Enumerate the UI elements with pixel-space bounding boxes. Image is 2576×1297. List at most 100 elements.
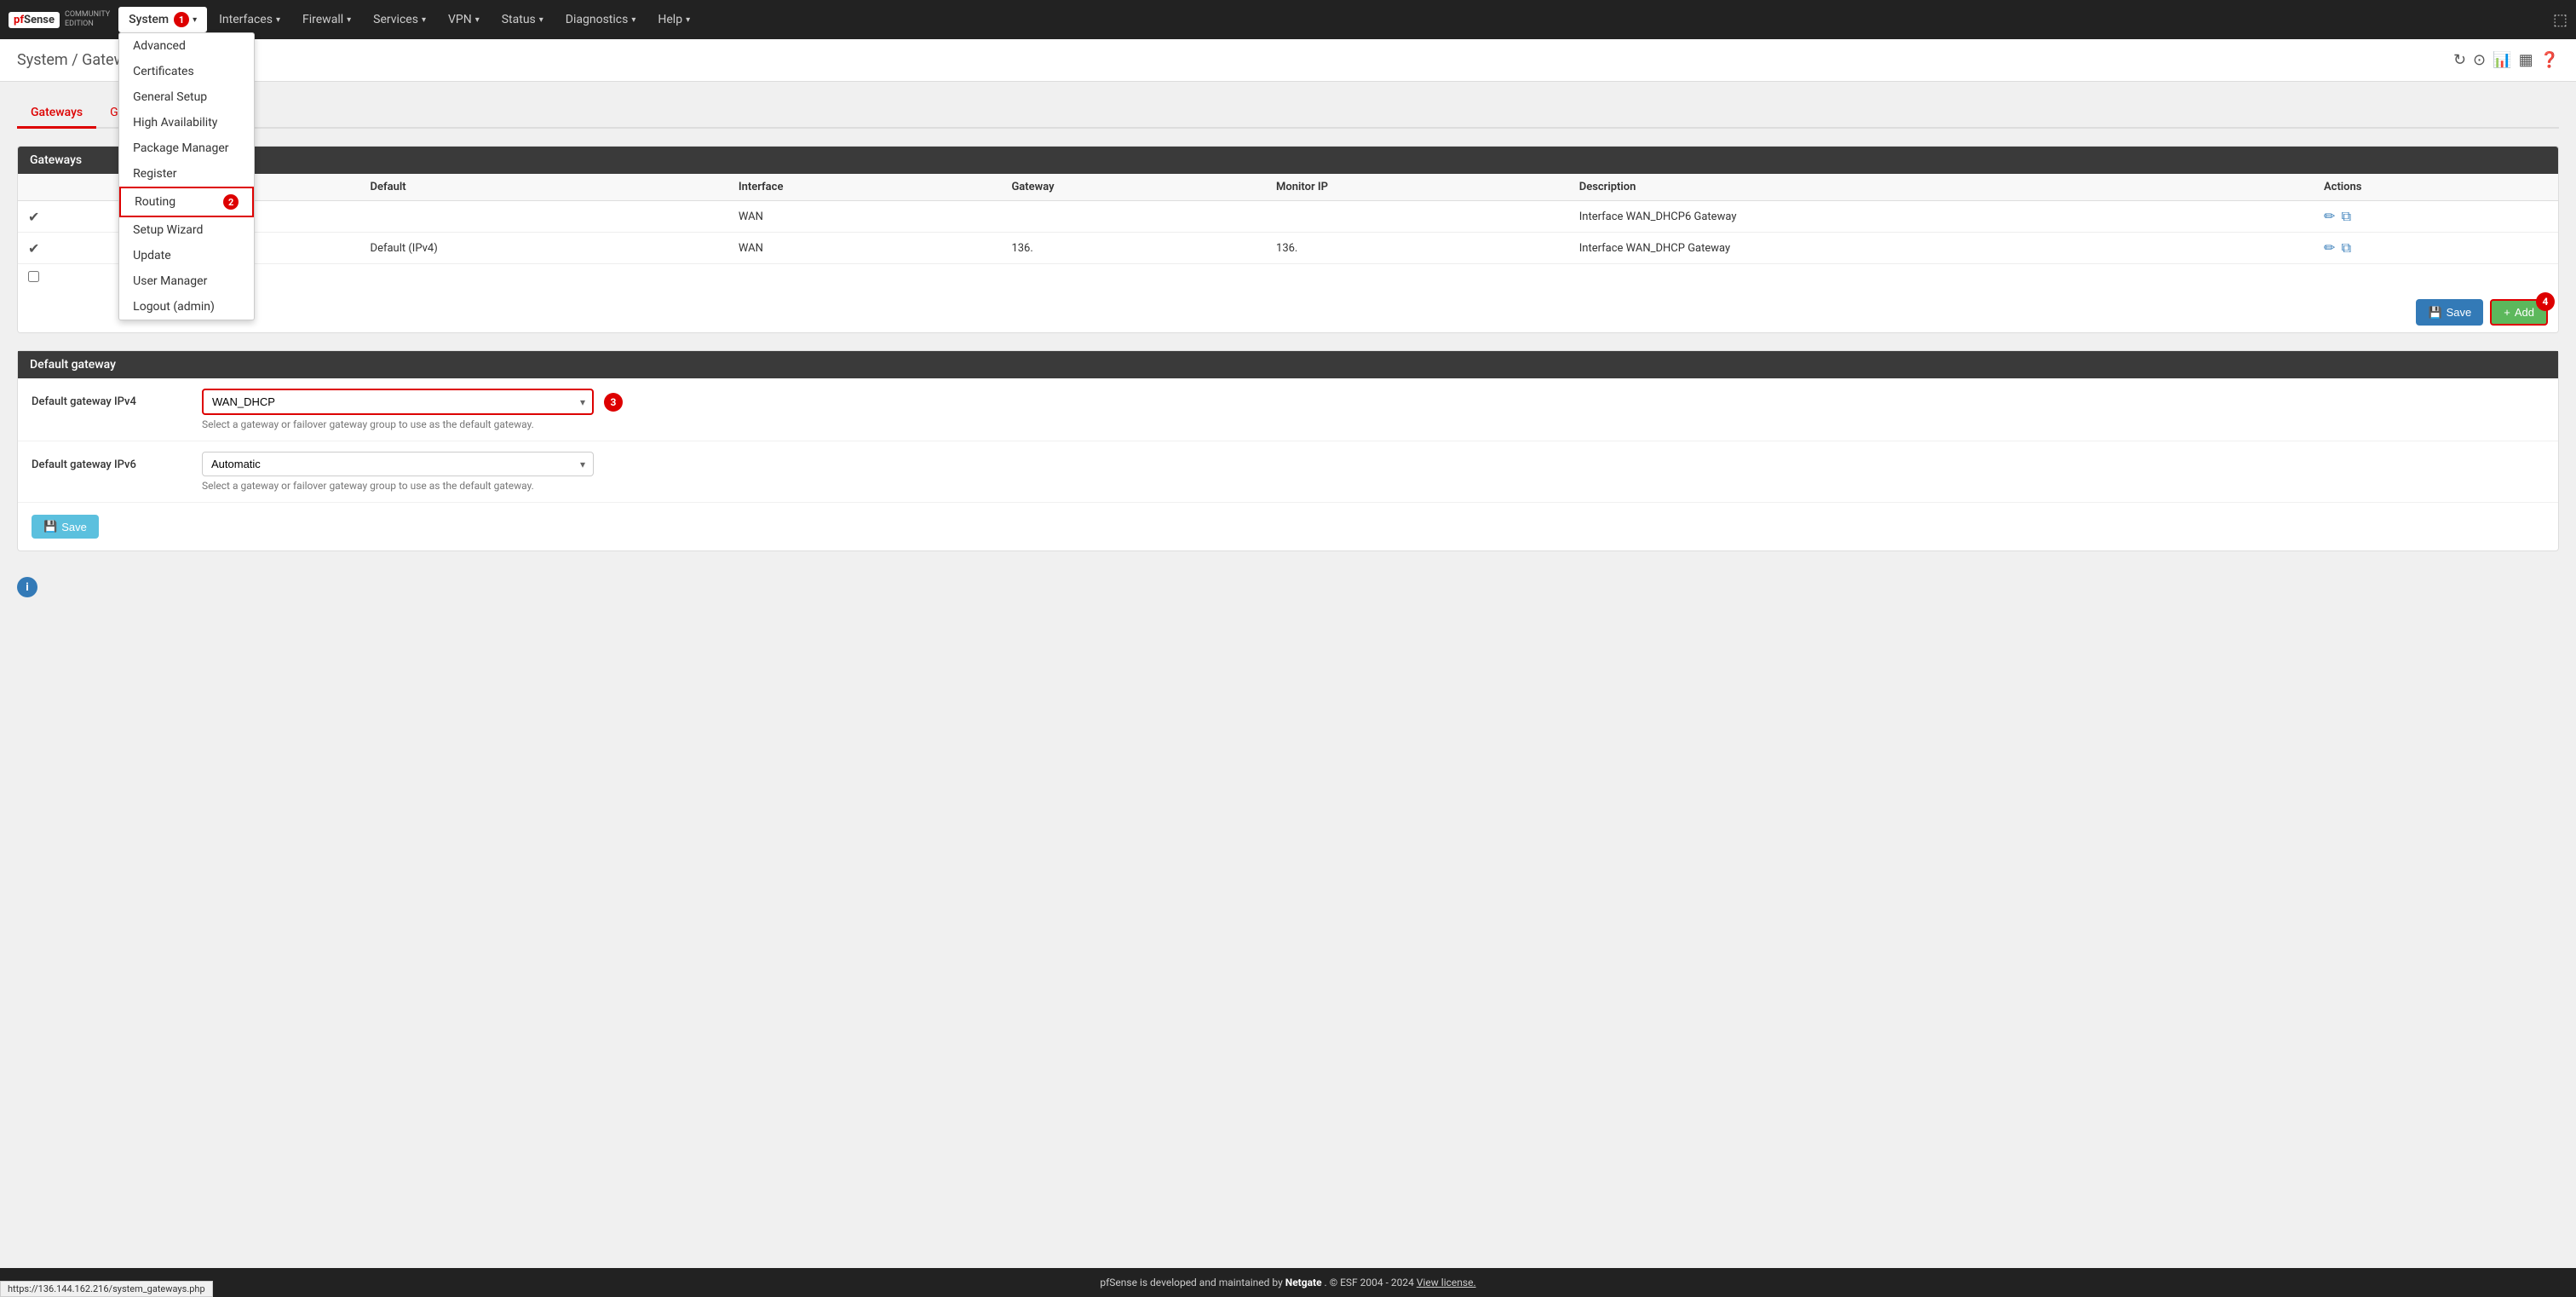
footer-text: pfSense is developed and maintained by [1100,1277,1282,1288]
row1-interface: WAN [728,201,1002,233]
row2-edit-icon[interactable]: ✏ [2324,239,2335,256]
form-save-label: Save [61,521,87,533]
dropdown-item-advanced[interactable]: Advanced [119,33,254,59]
ipv6-help-text: Select a gateway or failover gateway gro… [202,480,2544,492]
row2-interface: WAN [728,233,1002,264]
nav-menu: System 1 ▾ Advanced Certificates General… [118,7,2553,32]
tab-gateways[interactable]: Gateways [17,99,96,129]
vpn-caret: ▾ [475,15,480,25]
dropdown-item-setup-wizard[interactable]: Setup Wizard [119,217,254,243]
system-label: System [129,13,169,26]
system-caret: ▾ [193,15,197,25]
dropdown-item-general-setup[interactable]: General Setup [119,84,254,110]
nav-link-firewall[interactable]: Firewall ▾ [292,8,361,32]
nav-item-services[interactable]: Services ▾ [363,8,436,32]
default-gateway-header: Default gateway [18,351,2558,378]
vpn-label: VPN [448,13,472,26]
col-gateway: Gateway [1001,174,1266,201]
refresh-icon[interactable]: ↻ [2453,51,2466,69]
gateways-card-header: Gateways [18,147,2558,174]
footer-license-link[interactable]: View license. [1417,1277,1476,1288]
ipv4-help-text: Select a gateway or failover gateway gro… [202,418,2544,430]
ipv4-annotation-badge: 3 [604,393,623,412]
nav-link-system[interactable]: System 1 ▾ [118,7,207,32]
breadcrumb-separator: / [72,51,82,69]
help-label: Help [658,13,682,26]
nav-item-system[interactable]: System 1 ▾ Advanced Certificates General… [118,7,207,32]
dropdown-item-routing[interactable]: Routing 2 [119,187,254,217]
nav-item-help[interactable]: Help ▾ [647,8,700,32]
add-plus-icon: + [2504,306,2510,319]
system-dropdown: Advanced Certificates General Setup High… [118,32,255,320]
navbar-right: ⬚ [2553,11,2567,29]
table-icon[interactable]: ▦ [2519,51,2533,69]
logout-icon[interactable]: ⬚ [2553,11,2567,29]
save-icon: 💾 [2428,306,2441,320]
tabs: Gateways Gateway Groups [17,99,2559,129]
main-content: Gateways Gateway Groups Gateways Name De… [0,82,2576,614]
row1-edit-icon[interactable]: ✏ [2324,208,2335,224]
nav-link-vpn[interactable]: VPN ▾ [438,8,490,32]
default-gateway-section: Default gateway Default gateway IPv4 WAN… [17,350,2559,551]
ipv6-control-wrap: Automatic WAN_DHCP6 None ▾ Select a gate… [202,452,2544,492]
row1-actions: ✏ ⧉ [2314,201,2558,233]
save-button[interactable]: 💾 Save [2416,299,2483,326]
nav-link-services[interactable]: Services ▾ [363,8,436,32]
row2-actions: ✏ ⧉ [2314,233,2558,264]
dropdown-item-user-manager[interactable]: User Manager [119,268,254,294]
nav-link-diagnostics[interactable]: Diagnostics ▾ [555,8,647,32]
row2-default: Default (IPv4) [360,233,728,264]
ipv6-select[interactable]: Automatic WAN_DHCP6 None [202,452,594,476]
page-header: System / Gateways ↻ ⊙ 📊 ▦ ❓ [0,39,2576,82]
dropdown-item-certificates[interactable]: Certificates [119,59,254,84]
page-footer: pfSense is developed and maintained by N… [0,1268,2576,1297]
interfaces-label: Interfaces [219,13,273,26]
row1-copy-icon[interactable]: ⧉ [2342,208,2351,224]
routing-label: Routing [135,195,175,209]
table-row: ✔ Default (IPv4) WAN 136. 136. Interface… [18,233,2558,264]
col-actions: Actions [2314,174,2558,201]
routing-badge: 2 [223,194,239,210]
nav-item-firewall[interactable]: Firewall ▾ [292,8,361,32]
dropdown-item-register[interactable]: Register [119,161,254,187]
url-bar: https://136.144.162.216/system_gateways.… [0,1281,213,1297]
dropdown-item-logout[interactable]: Logout (admin) [119,294,254,320]
system-badge: 1 [174,12,189,27]
nav-link-help[interactable]: Help ▾ [647,8,700,32]
row2-copy-icon[interactable]: ⧉ [2342,239,2351,256]
table-footer: 💾 Save + Add 4 [18,292,2558,332]
gateways-table: Name Default Interface Gateway Monitor I… [18,174,2558,292]
pfsense-logo: pfSense [9,12,60,28]
nav-item-vpn[interactable]: VPN ▾ [438,8,490,32]
row1-gateway [1001,201,1266,233]
ipv6-row: Default gateway IPv6 Automatic WAN_DHCP6… [18,441,2558,503]
row2-description: Interface WAN_DHCP Gateway [1569,233,2314,264]
firewall-caret: ▾ [347,15,351,25]
col-monitor-ip: Monitor IP [1266,174,1569,201]
select-all-checkbox[interactable] [28,271,39,282]
header-icons: ↻ ⊙ 📊 ▦ ❓ [2453,51,2559,69]
ipv6-label: Default gateway IPv6 [32,452,202,471]
circle-icon[interactable]: ⊙ [2473,51,2486,69]
ipv4-select[interactable]: WAN_DHCP WAN_DHCP6 Automatic None [202,389,594,415]
nav-link-interfaces[interactable]: Interfaces ▾ [209,8,290,32]
form-save-button[interactable]: 💾 Save [32,515,99,539]
checkmark-icon-2: ✔ [28,240,39,257]
nav-link-status[interactable]: Status ▾ [492,8,554,32]
info-circle[interactable]: i [17,577,37,597]
chart-icon[interactable]: 📊 [2493,51,2511,69]
help-caret: ▾ [686,15,690,25]
form-save-icon: 💾 [43,520,57,533]
dropdown-item-high-availability[interactable]: High Availability [119,110,254,135]
row2-monitor: 136. [1266,233,1569,264]
help-icon[interactable]: ❓ [2540,51,2559,69]
diagnostics-caret: ▾ [631,15,635,25]
nav-item-interfaces[interactable]: Interfaces ▾ [209,8,290,32]
dropdown-item-package-manager[interactable]: Package Manager [119,135,254,161]
footer-brand: Netgate [1285,1277,1322,1288]
nav-item-diagnostics[interactable]: Diagnostics ▾ [555,8,647,32]
col-interface: Interface [728,174,1002,201]
dropdown-item-update[interactable]: Update [119,243,254,268]
nav-item-status[interactable]: Status ▾ [492,8,554,32]
diagnostics-label: Diagnostics [566,13,629,26]
